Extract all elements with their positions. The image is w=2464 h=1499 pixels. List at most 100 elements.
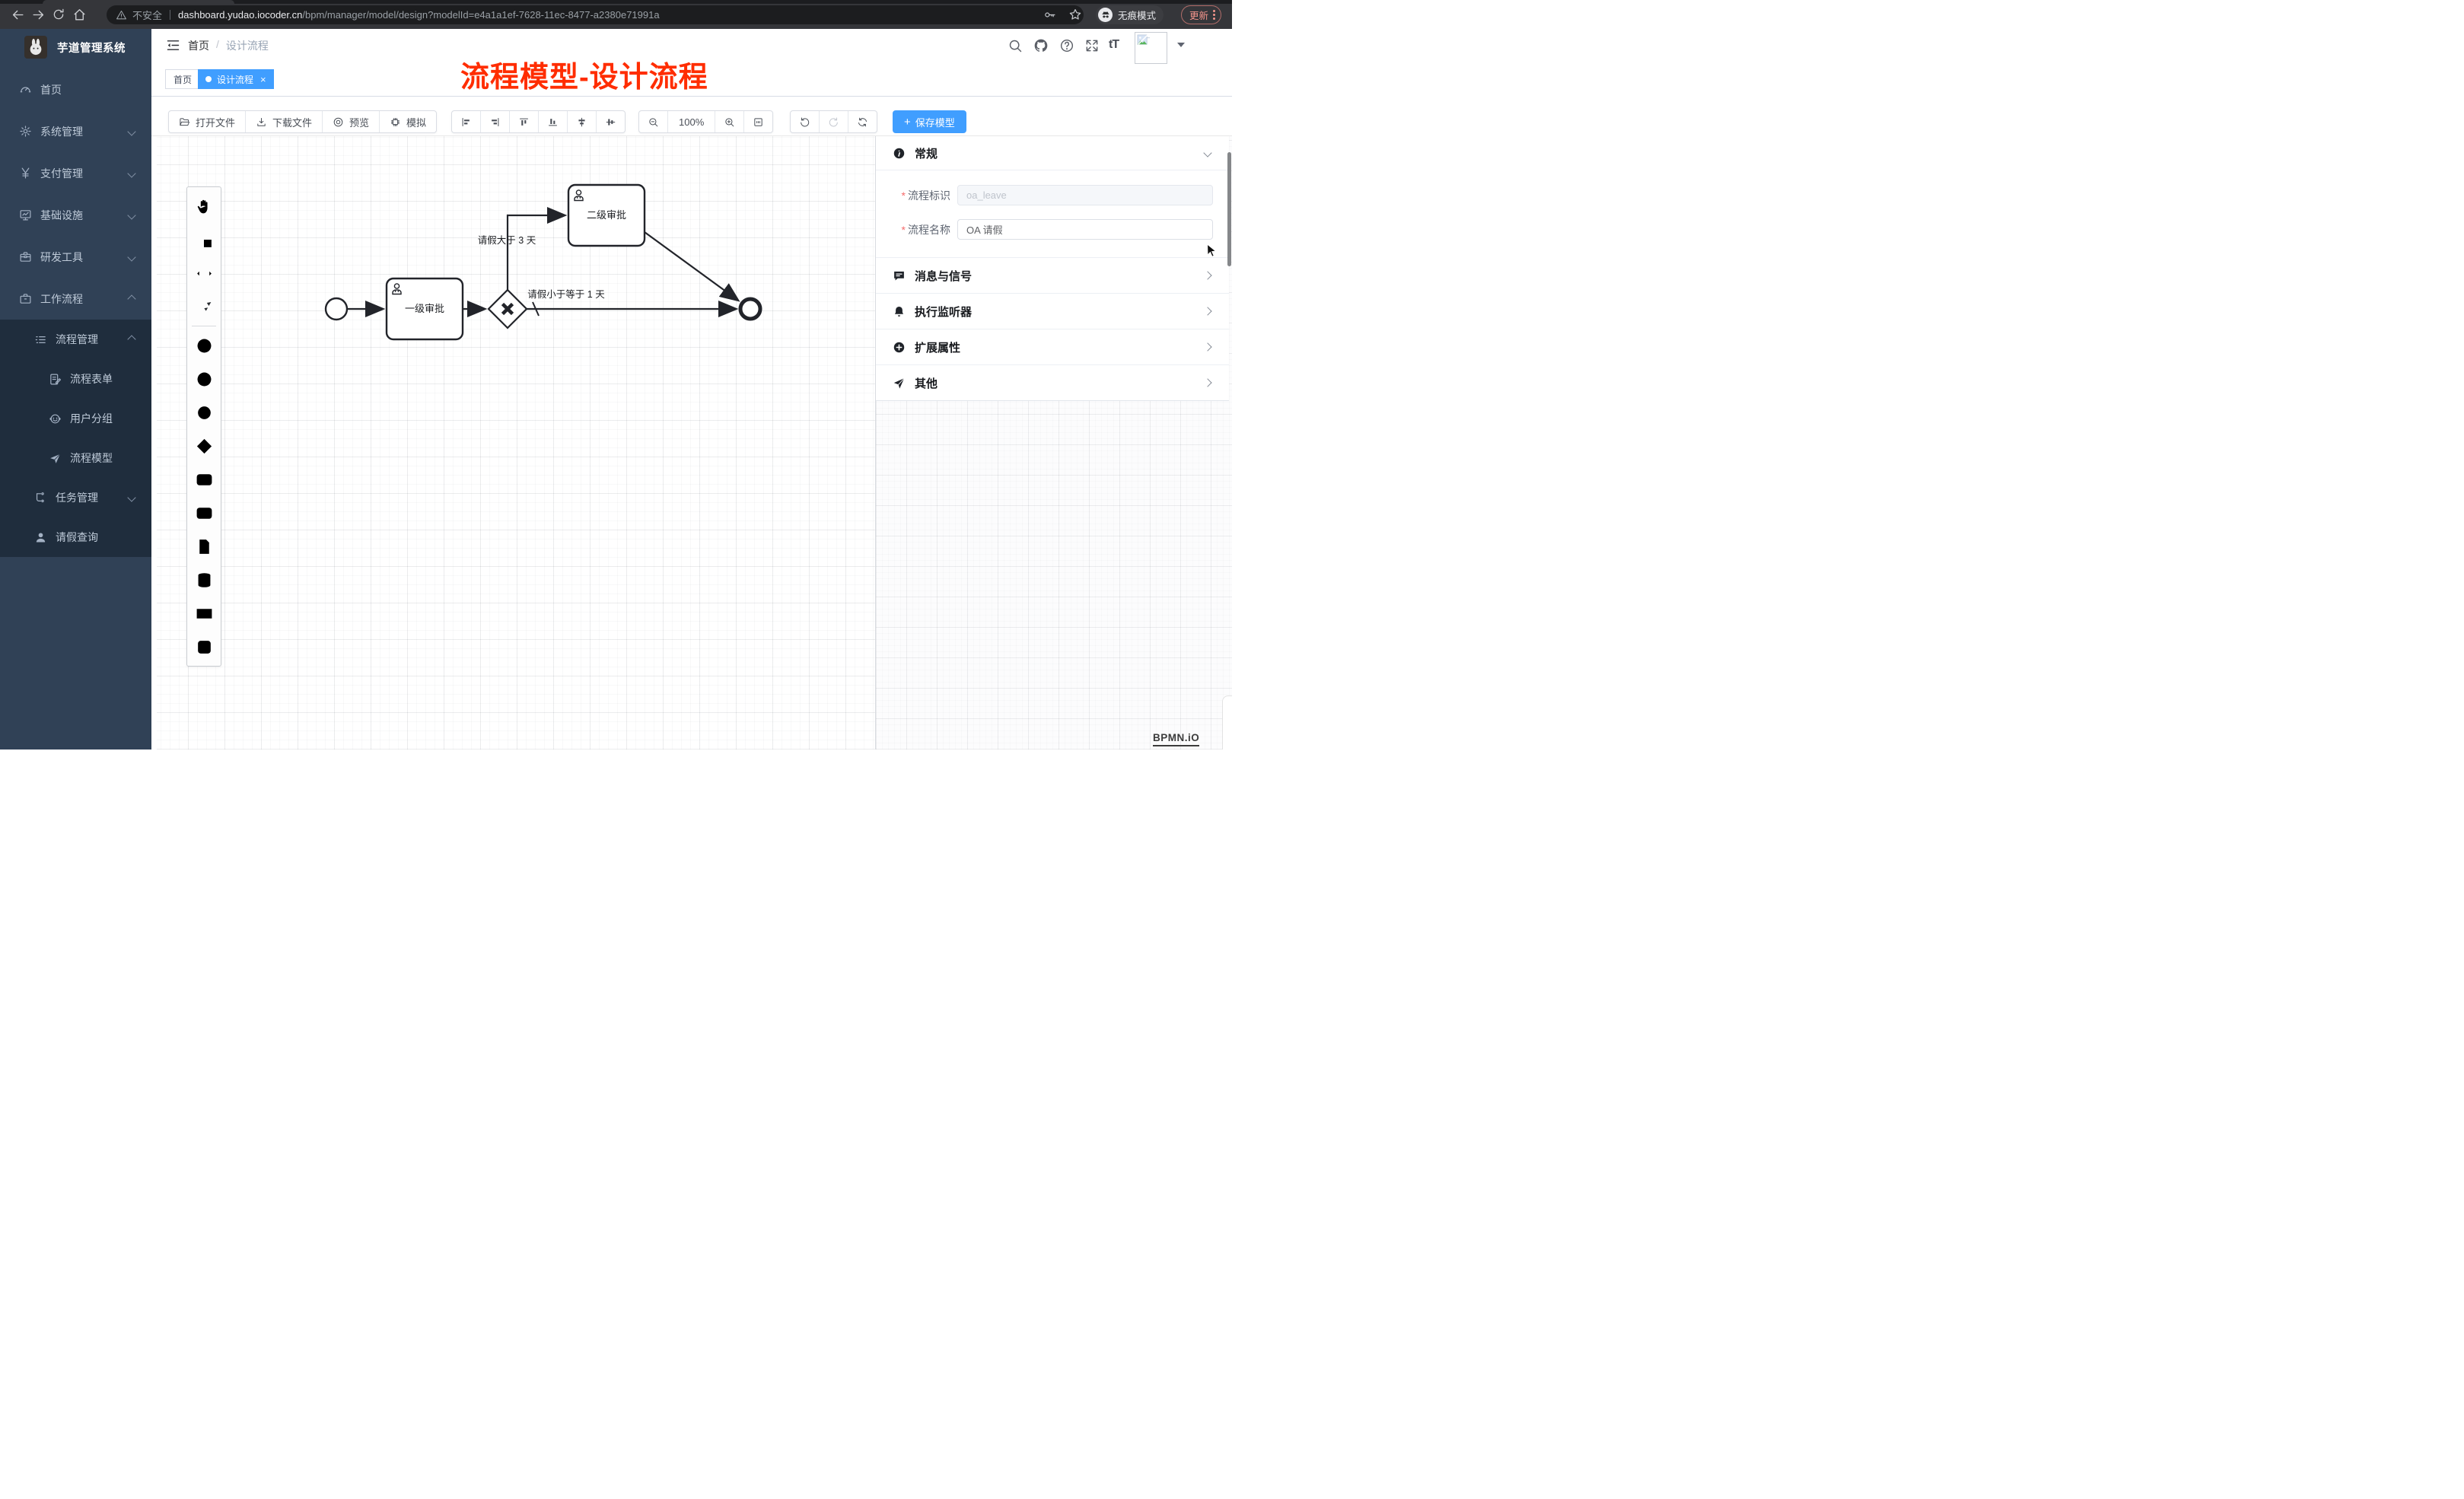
font-size-icon[interactable]: tT [1109, 38, 1125, 54]
sidebar-item-payment-management[interactable]: 支付管理 [0, 152, 151, 194]
url-bar[interactable]: 不安全 dashboard.yudao.iocoder.cn/bpm/manag… [107, 5, 1084, 24]
home-icon[interactable] [72, 7, 87, 22]
sidebar-item-leave-query[interactable]: 请假查询 [0, 517, 151, 557]
scrollbar-thumb[interactable] [1227, 152, 1231, 266]
user-task-level2[interactable]: 二级审批 [568, 185, 645, 246]
gear-icon [18, 125, 32, 138]
process-name-input[interactable] [957, 219, 1213, 240]
person-icon [33, 530, 47, 544]
redo-icon [828, 116, 839, 128]
browser-menu-icon[interactable] [1213, 10, 1215, 20]
sidebar-item-label: 研发工具 [40, 250, 83, 265]
briefcase-icon [18, 292, 32, 306]
save-model-button[interactable]: + 保存模型 [893, 110, 966, 133]
sidebar-item-dev-tools[interactable]: 研发工具 [0, 236, 151, 278]
github-icon[interactable] [1033, 37, 1049, 53]
flow-label-gt3[interactable]: 请假大于 3 天 [478, 235, 536, 246]
zoom-in-icon [724, 116, 735, 128]
user-task-level1[interactable]: 一级审批 [387, 278, 463, 339]
chip-icon [390, 116, 401, 128]
sidebar-item-task-management[interactable]: 任务管理 [0, 478, 151, 517]
section-execution-listener[interactable]: 执行监听器 [876, 293, 1229, 329]
align-left-button[interactable] [452, 111, 480, 132]
plus-circle-icon [893, 341, 906, 354]
scrollbar-rail-corner [1222, 695, 1232, 750]
tab-design-process[interactable]: 设计流程 × [198, 69, 274, 89]
monitor-icon [18, 208, 32, 222]
chevron-down-icon [127, 253, 135, 261]
exclusive-gateway[interactable] [489, 290, 527, 328]
sidebar-item-user-group[interactable]: 用户分组 [0, 399, 151, 438]
sidebar-item-system-management[interactable]: 系统管理 [0, 110, 151, 152]
active-dot-icon [205, 76, 212, 82]
reload-icon[interactable] [51, 7, 66, 22]
simulate-button[interactable]: 模拟 [379, 111, 436, 132]
section-general[interactable]: 常规 [876, 136, 1229, 170]
sidebar-item-process-form[interactable]: 流程表单 [0, 359, 151, 399]
preview-button[interactable]: 预览 [322, 111, 379, 132]
section-other[interactable]: 其他 [876, 364, 1229, 400]
undo-icon [799, 116, 810, 128]
sidebar-collapse-icon[interactable] [164, 37, 181, 53]
restart-button[interactable] [848, 111, 877, 132]
refresh-icon [857, 116, 868, 128]
sidebar-item-home[interactable]: 首页 [0, 68, 151, 110]
sidebar-item-infrastructure[interactable]: 基础设施 [0, 194, 151, 236]
section-title: 常规 [915, 145, 938, 161]
align-top-button[interactable] [509, 111, 538, 132]
open-file-button[interactable]: 打开文件 [169, 111, 245, 132]
flow-label-lte1[interactable]: 请假小于等于 1 天 [527, 288, 605, 300]
password-key-icon[interactable] [1043, 8, 1056, 21]
bpmn-io-watermark[interactable]: BPMN.iO [1153, 732, 1199, 746]
align-bottom-button[interactable] [538, 111, 567, 132]
align-center-vertical-button[interactable] [596, 111, 625, 132]
download-file-button[interactable]: 下载文件 [245, 111, 322, 132]
sidebar-item-label: 流程模型 [70, 450, 113, 466]
align-right-button[interactable] [480, 111, 509, 132]
fullscreen-icon[interactable] [1084, 37, 1100, 53]
zoom-out-button[interactable] [639, 111, 667, 132]
tab-home[interactable]: 首页 [165, 69, 200, 89]
document-edit-icon [48, 372, 62, 386]
search-icon[interactable] [1007, 37, 1023, 53]
zoom-button-group: 100% [638, 110, 773, 133]
sidebar-item-process-management[interactable]: 流程管理 [0, 320, 151, 359]
start-event[interactable] [326, 298, 347, 320]
process-name-label: *流程名称 [876, 222, 950, 237]
breadcrumb-separator: / [216, 38, 219, 53]
flow-gateway-to-task2[interactable] [508, 215, 564, 290]
task2-label: 二级审批 [587, 209, 626, 221]
zoom-level-value: 100% [679, 116, 704, 128]
back-icon[interactable] [10, 7, 25, 22]
update-button[interactable]: 更新 [1181, 5, 1221, 24]
fit-viewport-button[interactable] [743, 111, 772, 132]
incognito-label: 无痕模式 [1118, 8, 1156, 22]
avatar[interactable] [1135, 32, 1167, 64]
help-icon[interactable] [1059, 37, 1074, 53]
flow-task2-to-end[interactable] [645, 232, 737, 300]
chevron-right-icon [1203, 307, 1211, 315]
redo-button[interactable] [819, 111, 848, 132]
sidebar-item-workflow[interactable]: 工作流程 [0, 278, 151, 320]
close-icon[interactable]: × [260, 75, 266, 84]
sidebar-item-process-model[interactable]: 流程模型 [0, 438, 151, 478]
avatar-caret-icon[interactable] [1177, 43, 1185, 47]
bpmn-canvas[interactable]: 一级审批 二级审批 请假大于 3 天 请假小于等于 1 天 常规 [151, 135, 1232, 750]
chevron-right-icon [1203, 378, 1211, 387]
section-messages-signals[interactable]: 消息与信号 [876, 257, 1229, 293]
app-logo[interactable]: 芋道管理系统 [0, 29, 151, 65]
forward-icon[interactable] [30, 7, 46, 22]
broken-image-icon [1137, 34, 1150, 47]
sidebar-item-label: 请假查询 [56, 530, 98, 545]
end-event[interactable] [740, 299, 760, 319]
chevron-down-icon [1203, 148, 1211, 157]
bookmark-star-icon[interactable] [1068, 8, 1082, 21]
undo-button[interactable] [791, 111, 819, 132]
align-right-icon [489, 116, 501, 128]
required-asterisk: * [902, 224, 906, 236]
section-extended-properties[interactable]: 扩展属性 [876, 329, 1229, 364]
breadcrumb-home[interactable]: 首页 [188, 38, 209, 53]
align-center-horizontal-button[interactable] [567, 111, 596, 132]
zoom-in-button[interactable] [715, 111, 743, 132]
breadcrumb-current: 设计流程 [226, 38, 269, 53]
